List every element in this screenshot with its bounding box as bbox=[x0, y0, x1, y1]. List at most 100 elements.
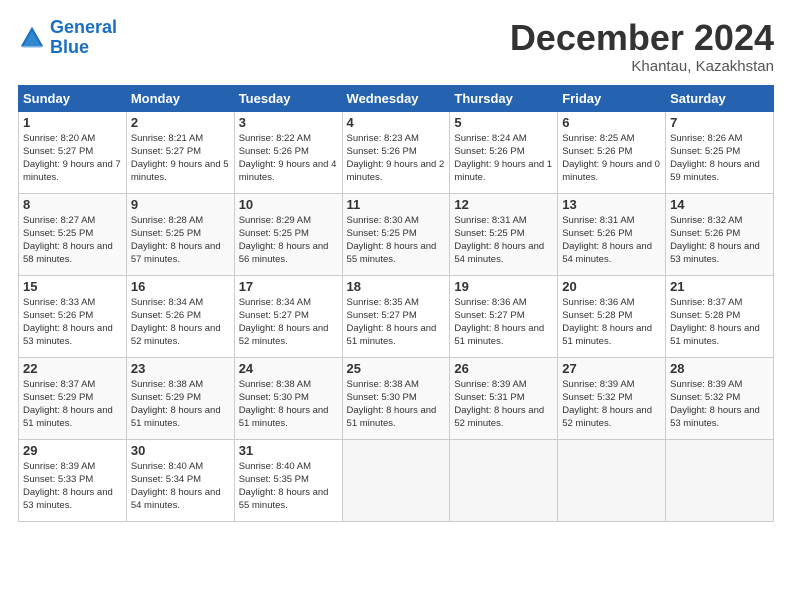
calendar-cell: 6 Sunrise: 8:25 AMSunset: 5:26 PMDaylight… bbox=[558, 111, 666, 193]
calendar-week-5: 29Sunrise: 8:39 AMSunset: 5:33 PMDayligh… bbox=[19, 439, 774, 521]
day-number: 20 bbox=[562, 279, 661, 294]
day-detail: Sunrise: 8:20 AMSunset: 5:27 PMDaylight:… bbox=[23, 133, 121, 184]
calendar-week-2: 8 Sunrise: 8:27 AMSunset: 5:25 PMDaylight… bbox=[19, 193, 774, 275]
day-number: 24 bbox=[239, 361, 338, 376]
calendar-cell: 30 Sunrise: 8:40 AMSunset: 5:34 PMDayligh… bbox=[126, 439, 234, 521]
day-detail: Sunrise: 8:30 AMSunset: 5:25 PMDaylight:… bbox=[347, 215, 437, 266]
day-number: 18 bbox=[347, 279, 446, 294]
calendar-cell: 8 Sunrise: 8:27 AMSunset: 5:25 PMDaylight… bbox=[19, 193, 127, 275]
day-detail: Sunrise: 8:39 AMSunset: 5:32 PMDaylight:… bbox=[562, 379, 652, 430]
calendar-cell: 19 Sunrise: 8:36 AMSunset: 5:27 PMDayligh… bbox=[450, 275, 558, 357]
day-detail: Sunrise: 8:37 AMSunset: 5:29 PMDaylight:… bbox=[23, 379, 113, 430]
calendar-cell bbox=[450, 439, 558, 521]
calendar-cell: 18Sunrise: 8:35 AMSunset: 5:27 PMDayligh… bbox=[342, 275, 450, 357]
day-number: 30 bbox=[131, 443, 230, 458]
day-detail: Sunrise: 8:34 AMSunset: 5:27 PMDaylight:… bbox=[239, 297, 329, 348]
day-detail: Sunrise: 8:26 AMSunset: 5:25 PMDaylight:… bbox=[670, 133, 760, 184]
logo: General Blue bbox=[18, 18, 117, 58]
day-detail: Sunrise: 8:37 AMSunset: 5:28 PMDaylight:… bbox=[670, 297, 760, 348]
day-detail: Sunrise: 8:25 AMSunset: 5:26 PMDaylight:… bbox=[562, 133, 660, 184]
calendar-cell: 16Sunrise: 8:34 AMSunset: 5:26 PMDayligh… bbox=[126, 275, 234, 357]
day-detail: Sunrise: 8:36 AMSunset: 5:27 PMDaylight:… bbox=[454, 297, 544, 348]
calendar-week-3: 15 Sunrise: 8:33 AMSunset: 5:26 PMDayligh… bbox=[19, 275, 774, 357]
calendar-cell: 21 Sunrise: 8:37 AMSunset: 5:28 PMDayligh… bbox=[666, 275, 774, 357]
day-detail: Sunrise: 8:38 AMSunset: 5:30 PMDaylight:… bbox=[347, 379, 437, 430]
day-detail: Sunrise: 8:38 AMSunset: 5:29 PMDaylight:… bbox=[131, 379, 221, 430]
calendar-week-4: 22 Sunrise: 8:37 AMSunset: 5:29 PMDayligh… bbox=[19, 357, 774, 439]
day-number: 25 bbox=[347, 361, 446, 376]
page-header: General Blue December 2024 Khantau, Kaza… bbox=[18, 18, 774, 75]
calendar-cell: 24 Sunrise: 8:38 AMSunset: 5:30 PMDayligh… bbox=[234, 357, 342, 439]
day-detail: Sunrise: 8:39 AMSunset: 5:32 PMDaylight:… bbox=[670, 379, 760, 430]
calendar-cell: 27 Sunrise: 8:39 AMSunset: 5:32 PMDayligh… bbox=[558, 357, 666, 439]
location: Khantau, Kazakhstan bbox=[510, 58, 774, 75]
day-detail: Sunrise: 8:36 AMSunset: 5:28 PMDaylight:… bbox=[562, 297, 652, 348]
day-detail: Sunrise: 8:27 AMSunset: 5:25 PMDaylight:… bbox=[23, 215, 113, 266]
day-number: 6 bbox=[562, 115, 661, 130]
calendar-cell: 1 Sunrise: 8:20 AMSunset: 5:27 PMDaylight… bbox=[19, 111, 127, 193]
day-detail: Sunrise: 8:23 AMSunset: 5:26 PMDaylight:… bbox=[347, 133, 445, 184]
calendar-cell bbox=[666, 439, 774, 521]
logo-text: General Blue bbox=[50, 18, 117, 58]
day-detail: Sunrise: 8:21 AMSunset: 5:27 PMDaylight:… bbox=[131, 133, 229, 184]
calendar-cell: 14 Sunrise: 8:32 AMSunset: 5:26 PMDayligh… bbox=[666, 193, 774, 275]
day-number: 23 bbox=[131, 361, 230, 376]
day-number: 22 bbox=[23, 361, 122, 376]
calendar-cell: 12Sunrise: 8:31 AMSunset: 5:25 PMDayligh… bbox=[450, 193, 558, 275]
day-number: 14 bbox=[670, 197, 769, 212]
weekday-header-wednesday: Wednesday bbox=[342, 85, 450, 111]
title-block: December 2024 Khantau, Kazakhstan bbox=[510, 18, 774, 75]
day-number: 28 bbox=[670, 361, 769, 376]
calendar-cell: 7 Sunrise: 8:26 AMSunset: 5:25 PMDaylight… bbox=[666, 111, 774, 193]
page-container: General Blue December 2024 Khantau, Kaza… bbox=[0, 0, 792, 532]
day-detail: Sunrise: 8:40 AMSunset: 5:34 PMDaylight:… bbox=[131, 461, 221, 512]
day-number: 27 bbox=[562, 361, 661, 376]
day-number: 12 bbox=[454, 197, 553, 212]
calendar-cell: 20 Sunrise: 8:36 AMSunset: 5:28 PMDayligh… bbox=[558, 275, 666, 357]
weekday-header-thursday: Thursday bbox=[450, 85, 558, 111]
day-detail: Sunrise: 8:33 AMSunset: 5:26 PMDaylight:… bbox=[23, 297, 113, 348]
logo-icon bbox=[18, 24, 46, 52]
day-detail: Sunrise: 8:38 AMSunset: 5:30 PMDaylight:… bbox=[239, 379, 329, 430]
calendar-cell: 11 Sunrise: 8:30 AMSunset: 5:25 PMDayligh… bbox=[342, 193, 450, 275]
calendar-week-1: 1 Sunrise: 8:20 AMSunset: 5:27 PMDaylight… bbox=[19, 111, 774, 193]
day-number: 5 bbox=[454, 115, 553, 130]
day-detail: Sunrise: 8:32 AMSunset: 5:26 PMDaylight:… bbox=[670, 215, 760, 266]
day-number: 2 bbox=[131, 115, 230, 130]
day-number: 19 bbox=[454, 279, 553, 294]
calendar-cell: 3 Sunrise: 8:22 AMSunset: 5:26 PMDaylight… bbox=[234, 111, 342, 193]
calendar-cell: 25 Sunrise: 8:38 AMSunset: 5:30 PMDayligh… bbox=[342, 357, 450, 439]
calendar-cell: 10Sunrise: 8:29 AMSunset: 5:25 PMDayligh… bbox=[234, 193, 342, 275]
calendar-cell: 31Sunrise: 8:40 AMSunset: 5:35 PMDayligh… bbox=[234, 439, 342, 521]
weekday-header-friday: Friday bbox=[558, 85, 666, 111]
day-detail: Sunrise: 8:28 AMSunset: 5:25 PMDaylight:… bbox=[131, 215, 221, 266]
day-number: 8 bbox=[23, 197, 122, 212]
calendar-cell: 28 Sunrise: 8:39 AMSunset: 5:32 PMDayligh… bbox=[666, 357, 774, 439]
day-detail: Sunrise: 8:24 AMSunset: 5:26 PMDaylight:… bbox=[454, 133, 552, 184]
weekday-header-tuesday: Tuesday bbox=[234, 85, 342, 111]
day-number: 3 bbox=[239, 115, 338, 130]
day-detail: Sunrise: 8:39 AMSunset: 5:31 PMDaylight:… bbox=[454, 379, 544, 430]
day-number: 15 bbox=[23, 279, 122, 294]
weekday-header-saturday: Saturday bbox=[666, 85, 774, 111]
day-number: 26 bbox=[454, 361, 553, 376]
day-detail: Sunrise: 8:22 AMSunset: 5:26 PMDaylight:… bbox=[239, 133, 337, 184]
calendar-table: SundayMondayTuesdayWednesdayThursdayFrid… bbox=[18, 85, 774, 522]
day-number: 9 bbox=[131, 197, 230, 212]
day-number: 13 bbox=[562, 197, 661, 212]
day-number: 21 bbox=[670, 279, 769, 294]
day-number: 17 bbox=[239, 279, 338, 294]
calendar-cell: 17 Sunrise: 8:34 AMSunset: 5:27 PMDayligh… bbox=[234, 275, 342, 357]
calendar-cell: 9 Sunrise: 8:28 AMSunset: 5:25 PMDaylight… bbox=[126, 193, 234, 275]
day-number: 11 bbox=[347, 197, 446, 212]
calendar-cell: 26 Sunrise: 8:39 AMSunset: 5:31 PMDayligh… bbox=[450, 357, 558, 439]
day-number: 1 bbox=[23, 115, 122, 130]
day-number: 7 bbox=[670, 115, 769, 130]
calendar-cell: 15 Sunrise: 8:33 AMSunset: 5:26 PMDayligh… bbox=[19, 275, 127, 357]
calendar-cell: 23 Sunrise: 8:38 AMSunset: 5:29 PMDayligh… bbox=[126, 357, 234, 439]
calendar-header-row: SundayMondayTuesdayWednesdayThursdayFrid… bbox=[19, 85, 774, 111]
day-detail: Sunrise: 8:31 AMSunset: 5:26 PMDaylight:… bbox=[562, 215, 652, 266]
calendar-cell bbox=[558, 439, 666, 521]
day-detail: Sunrise: 8:40 AMSunset: 5:35 PMDaylight:… bbox=[239, 461, 329, 512]
weekday-header-monday: Monday bbox=[126, 85, 234, 111]
